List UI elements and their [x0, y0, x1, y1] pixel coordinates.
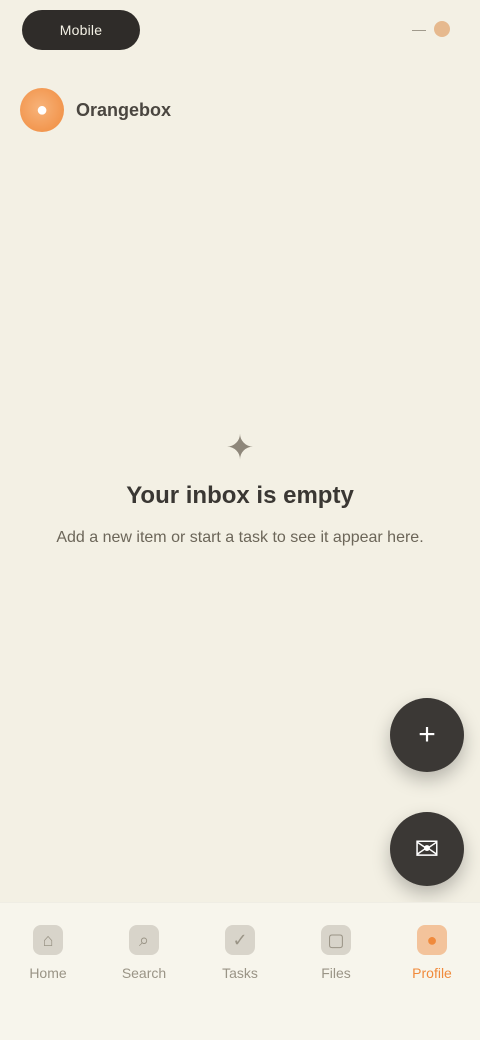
nav-label-files: Files	[321, 965, 351, 981]
nav-item-files[interactable]: ▢ Files	[294, 925, 378, 981]
bottom-navigation: ⌂ Home ⌕ Search ✓ Tasks ▢ Files ● Profil…	[0, 902, 480, 1040]
nav-label-tasks: Tasks	[222, 965, 258, 981]
status-dot-icon	[434, 21, 450, 37]
nav-item-home[interactable]: ⌂ Home	[6, 925, 90, 981]
chat-fab-button[interactable]: ✉	[390, 812, 464, 886]
user-icon: ●	[417, 925, 447, 955]
nav-item-search[interactable]: ⌕ Search	[102, 925, 186, 981]
nav-label-search: Search	[121, 965, 167, 981]
nav-item-profile[interactable]: ● Profile	[390, 925, 474, 981]
header-right[interactable]: —	[412, 16, 450, 42]
empty-state-title: Your inbox is empty	[126, 482, 354, 509]
nav-label-home: Home	[29, 965, 67, 981]
search-icon: ⌕	[129, 925, 159, 955]
header-pill-label: Mobile	[59, 22, 103, 38]
empty-state: ✦ Your inbox is empty Add a new item or …	[40, 428, 440, 552]
brand-row[interactable]: ● Orangebox	[20, 88, 171, 132]
sparkle-icon: ✦	[225, 429, 255, 467]
nav-item-tasks[interactable]: ✓ Tasks	[198, 925, 282, 981]
brand-name: Orangebox	[76, 99, 172, 120]
add-fab-button[interactable]: +	[390, 698, 464, 772]
header-right-label: —	[412, 21, 426, 37]
folder-icon: ▢	[321, 925, 351, 955]
check-icon: ✓	[225, 925, 255, 955]
empty-state-description: Add a new item or start a task to see it…	[56, 529, 424, 546]
home-icon: ⌂	[33, 925, 63, 955]
plus-icon: +	[418, 718, 436, 751]
header-pill[interactable]: Mobile	[22, 10, 140, 50]
chat-icon: ✉	[414, 832, 440, 866]
nav-label-profile: Profile	[412, 965, 452, 981]
orange-brand-icon: ●	[20, 88, 64, 132]
